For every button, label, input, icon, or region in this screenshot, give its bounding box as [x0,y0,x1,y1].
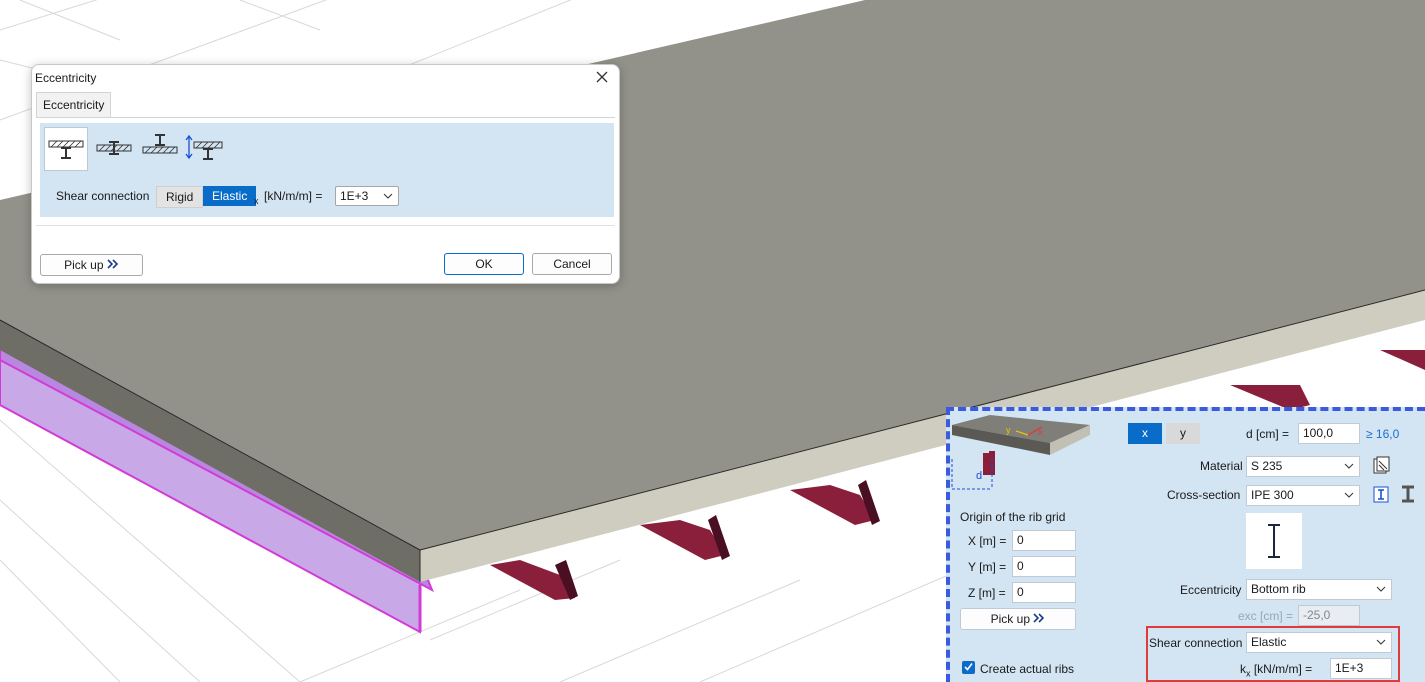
embedded-beam-button[interactable] [92,127,136,171]
cancel-button[interactable]: Cancel [532,253,612,275]
z-origin-input[interactable]: 0 [1012,582,1076,603]
panel-pick-up-label: Pick up [990,612,1030,626]
cross-section-preview [1246,513,1302,569]
material-library-button[interactable] [1372,456,1392,476]
x-origin-input[interactable]: 0 [1012,530,1076,551]
tab-divider [36,117,615,118]
slab-on-beam-icon [47,133,85,166]
cross-section-label: Cross-section [1167,488,1241,502]
d-input[interactable]: 100,0 [1298,423,1360,444]
kx-input[interactable]: 1E+3 [1330,658,1392,679]
section-library-button[interactable] [1372,485,1392,505]
eccentricity-value: Bottom rib [1251,582,1306,596]
beam-above-slab-icon [141,133,179,166]
tab-x[interactable]: x [1128,423,1162,444]
d-min-label: ≥ 16,0 [1366,427,1400,441]
custom-offset-icon [184,133,224,166]
double-chevron-right-icon [1033,612,1045,626]
shear-connection-label: Shear connection [1149,636,1243,650]
y-origin-label: Y [m] = [968,560,1007,574]
panel-pick-up-button[interactable]: Pick up [960,608,1076,630]
dialog-title: Eccentricity [35,71,97,85]
x-origin-label: X [m] = [968,534,1007,548]
section-editor-button[interactable] [1398,485,1418,505]
chevron-down-icon [1376,580,1386,604]
close-button[interactable] [591,67,613,89]
kx-unit: [kN/m/m] = [1253,662,1313,676]
kx-value-select[interactable]: 1E+3 [335,186,399,206]
tab-y[interactable]: y [1166,423,1200,444]
d-label: d [cm] = [1246,427,1290,441]
kx-unit-label: [kN/m/m] = [264,189,323,203]
custom-offset-button[interactable] [182,127,226,171]
properties-panel: d x y x y d [cm] = 100,0 ≥ 16,0 Material… [946,407,1425,682]
i-beam-icon [1398,484,1418,507]
material-value: S 235 [1251,459,1283,473]
embedded-beam-icon [95,133,133,166]
ok-button[interactable]: OK [444,253,524,275]
preview-d-label: d [976,470,982,482]
checkmark-icon [963,661,974,675]
rigid-toggle[interactable]: Rigid [156,186,204,208]
exc-label: exc [cm] = [1238,609,1294,623]
preview-y-label: y [1006,425,1011,435]
origin-title: Origin of the rib grid [960,510,1066,524]
preview-x-label: x [1038,427,1043,437]
z-origin-label: Z [m] = [968,586,1006,600]
material-label: Material [1200,459,1243,473]
eccentricity-label: Eccentricity [1180,583,1242,597]
kx-label: kx [kN/m/m] = [1240,662,1312,678]
kx-value: 1E+3 [340,189,369,203]
chevron-down-icon [1344,457,1354,481]
slab-preview: d x y [950,413,1100,499]
section-library-icon [1372,484,1392,507]
chevron-down-icon [1376,633,1386,657]
beam-above-slab-button[interactable] [138,127,182,171]
y-origin-input[interactable]: 0 [1012,556,1076,577]
dialog-divider [36,225,615,226]
eccentricity-dialog: Eccentricity Eccentricity Shear connecti… [31,64,620,284]
pick-up-button[interactable]: Pick up [40,254,143,276]
kx-subscript: x [254,196,259,206]
elastic-toggle[interactable]: Elastic [203,186,257,206]
create-ribs-label: Create actual ribs [980,662,1075,676]
shear-connection-label: Shear connection [56,189,150,203]
shear-connection-value: Elastic [1251,635,1287,649]
cross-section-value: IPE 300 [1251,488,1294,502]
exc-input: -25,0 [1298,605,1360,626]
kx-subscript: x [1246,668,1251,679]
material-library-icon [1372,455,1392,478]
tab-eccentricity[interactable]: Eccentricity [36,92,112,117]
material-select[interactable]: S 235 [1246,456,1360,477]
close-icon [596,71,608,86]
eccentricity-select[interactable]: Bottom rib [1246,579,1392,600]
shear-connection-select[interactable]: Elastic [1246,632,1392,653]
create-ribs-checkbox[interactable] [962,661,975,674]
chevron-down-icon [383,187,393,210]
pick-up-label: Pick up [64,258,104,272]
cross-section-select[interactable]: IPE 300 [1246,485,1360,506]
eccentricity-panel: Shear connection Rigid Elastic x [kN/m/m… [40,123,614,217]
chevron-down-icon [1344,486,1354,510]
slab-on-beam-button[interactable] [44,127,88,171]
double-chevron-right-icon [107,258,119,272]
